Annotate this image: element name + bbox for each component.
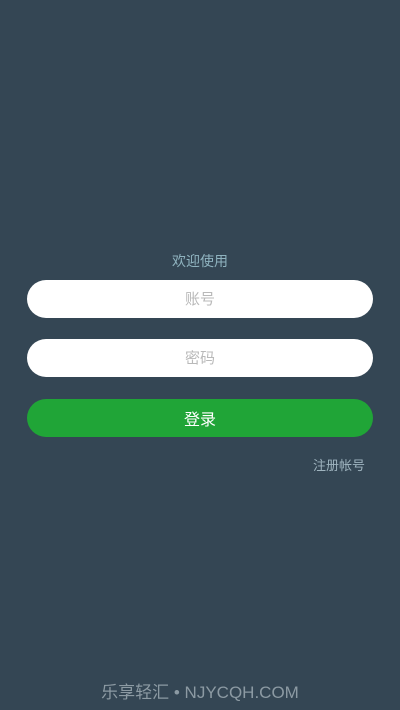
welcome-text: 欢迎使用 [172,254,228,270]
account-input[interactable] [27,280,373,318]
password-input[interactable] [27,339,373,377]
register-account-link[interactable]: 注册帐号 [313,455,365,474]
login-button[interactable]: 登录 [27,399,373,437]
watermark-text: 乐享轻汇 • NJYCQH.COM [101,683,299,702]
